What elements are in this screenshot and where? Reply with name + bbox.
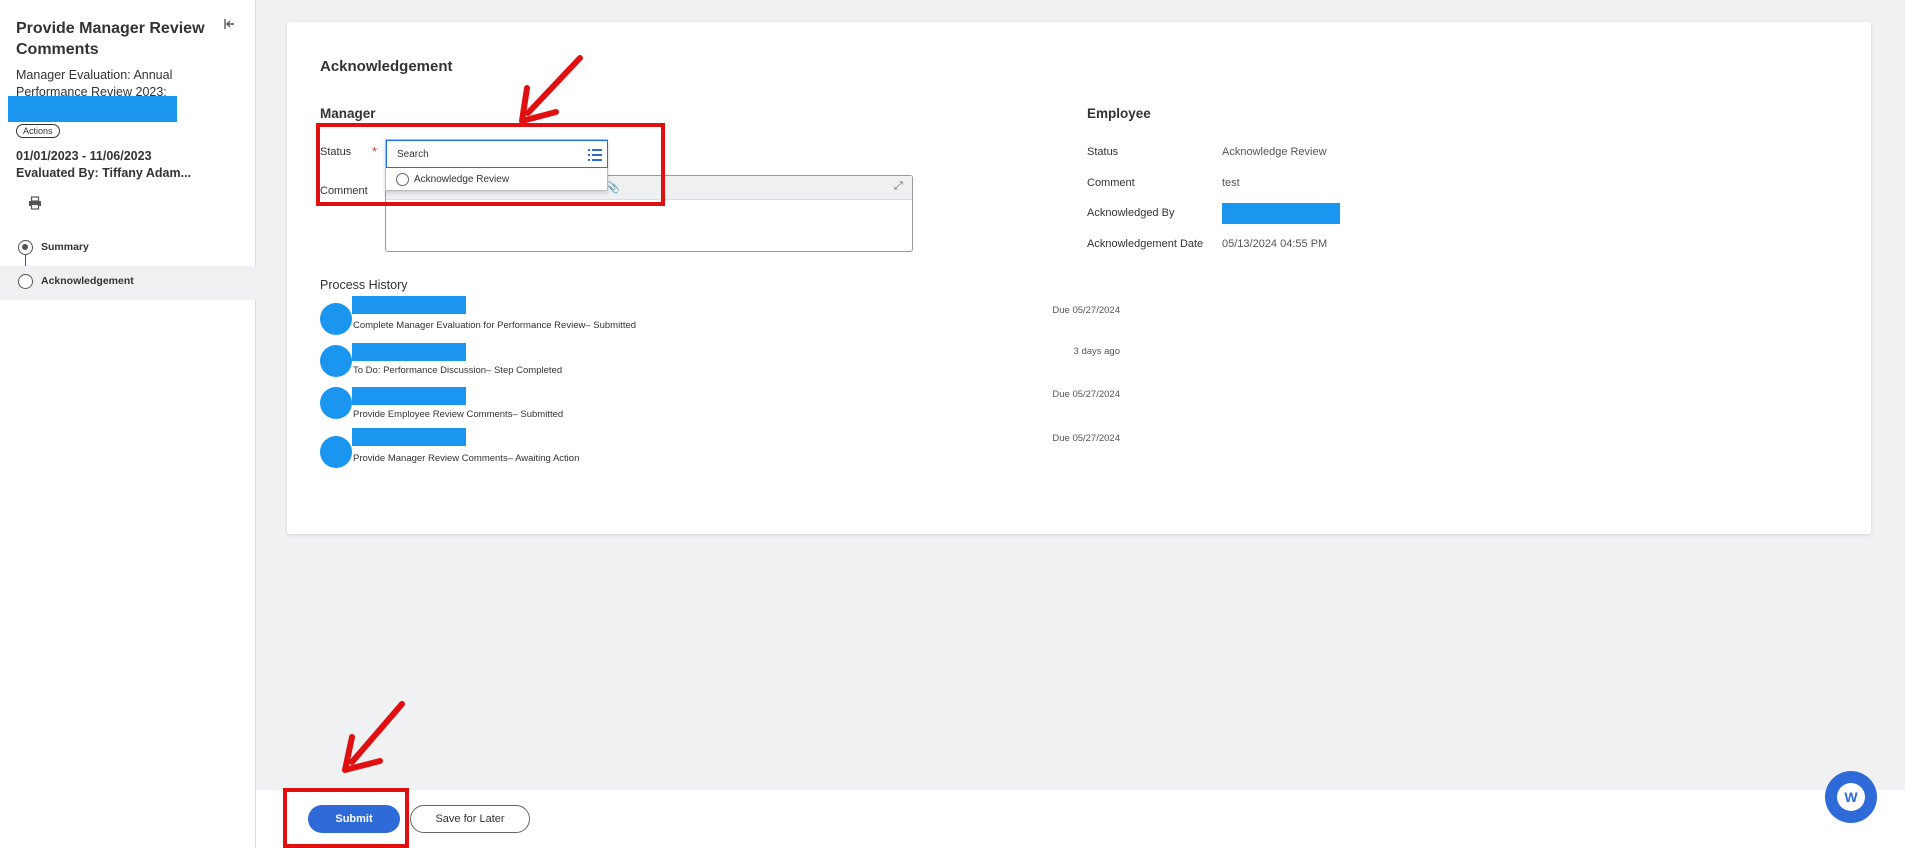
annotation-arrow-submit <box>349 701 405 765</box>
annotation-arrow-status <box>525 55 583 116</box>
annotation-arrows <box>342 55 583 773</box>
